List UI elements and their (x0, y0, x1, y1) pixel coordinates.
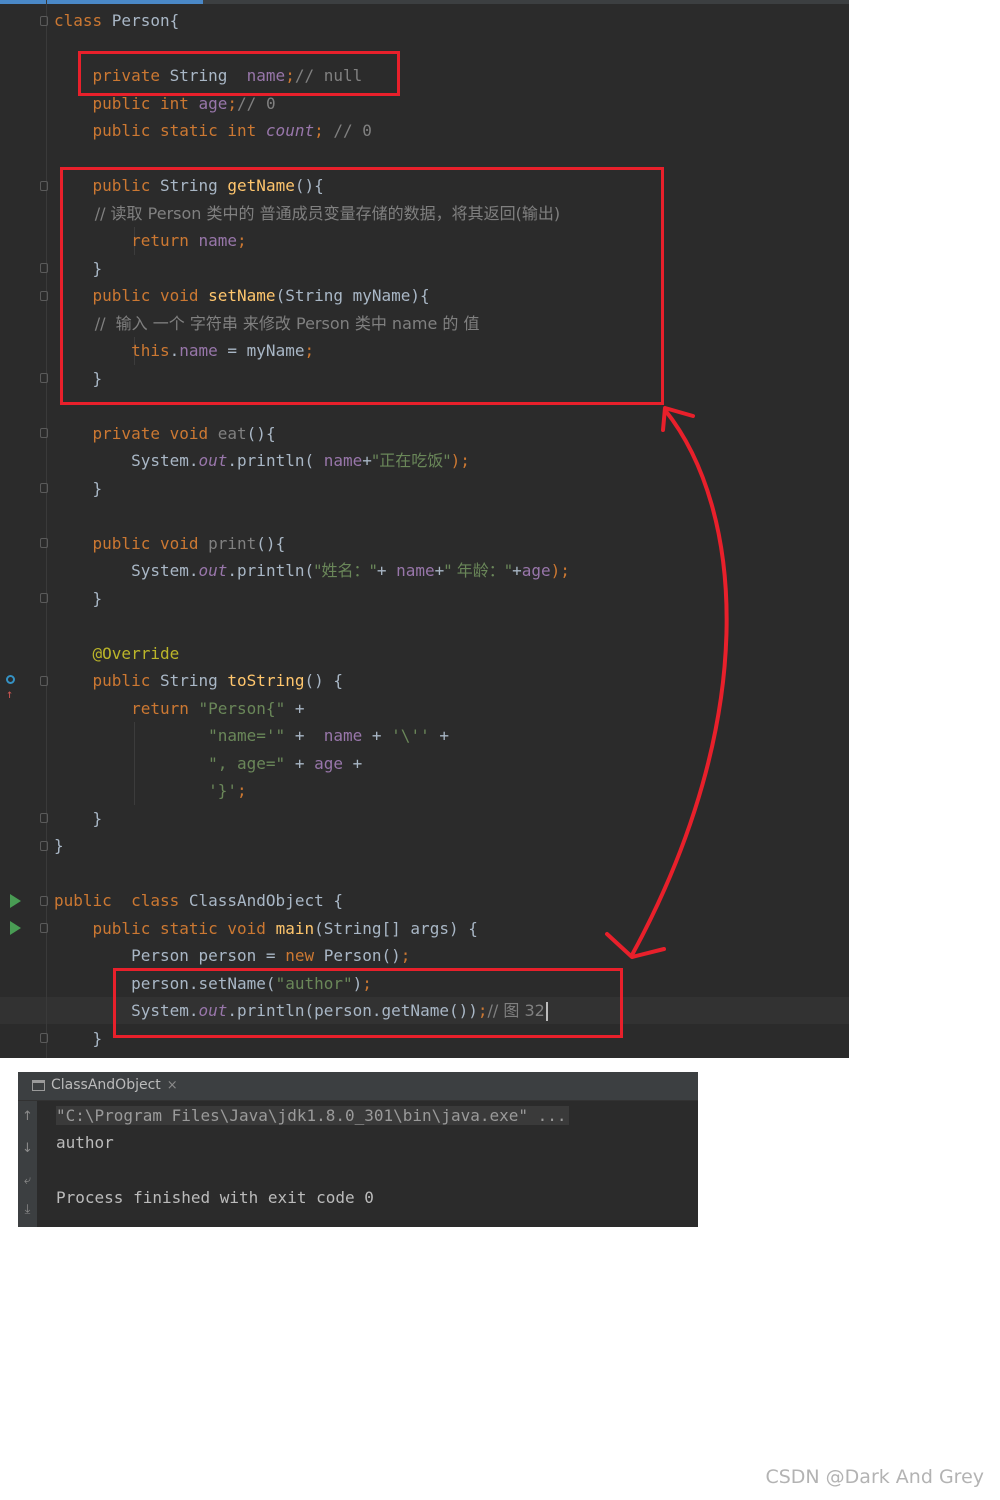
console-command-line: "C:\Program Files\Java\jdk1.8.0_301\bin\… (56, 1102, 569, 1129)
run-tab-bar: ClassAndObject × (18, 1072, 698, 1101)
console-icon (32, 1079, 45, 1091)
java-command: "C:\Program Files\Java\jdk1.8.0_301\bin\… (56, 1106, 569, 1125)
soft-wrap-icon[interactable]: ⤶ (18, 1173, 37, 1188)
console-exit-line: Process finished with exit code 0 (56, 1188, 374, 1207)
scroll-to-end-icon[interactable]: ⤓ (18, 1202, 37, 1217)
run-toolbar: ↑ ↓ ⤶ ⤓ (18, 1101, 37, 1227)
watermark: CSDN @Dark And Grey (765, 1466, 984, 1488)
run-tool-window[interactable]: ClassAndObject × ↑ ↓ ⤶ ⤓ "C:\Program File… (18, 1072, 698, 1227)
arrow-up-icon[interactable]: ↑ (18, 1109, 37, 1124)
run-tab[interactable]: ClassAndObject × (32, 1072, 178, 1100)
console-output-line: author (56, 1133, 114, 1152)
arrow-curve (630, 408, 729, 957)
close-icon[interactable]: × (167, 1078, 178, 1093)
annotation-arrow (605, 406, 729, 959)
arrow-down-icon[interactable]: ↓ (18, 1141, 37, 1156)
run-tab-label: ClassAndObject (51, 1077, 161, 1093)
